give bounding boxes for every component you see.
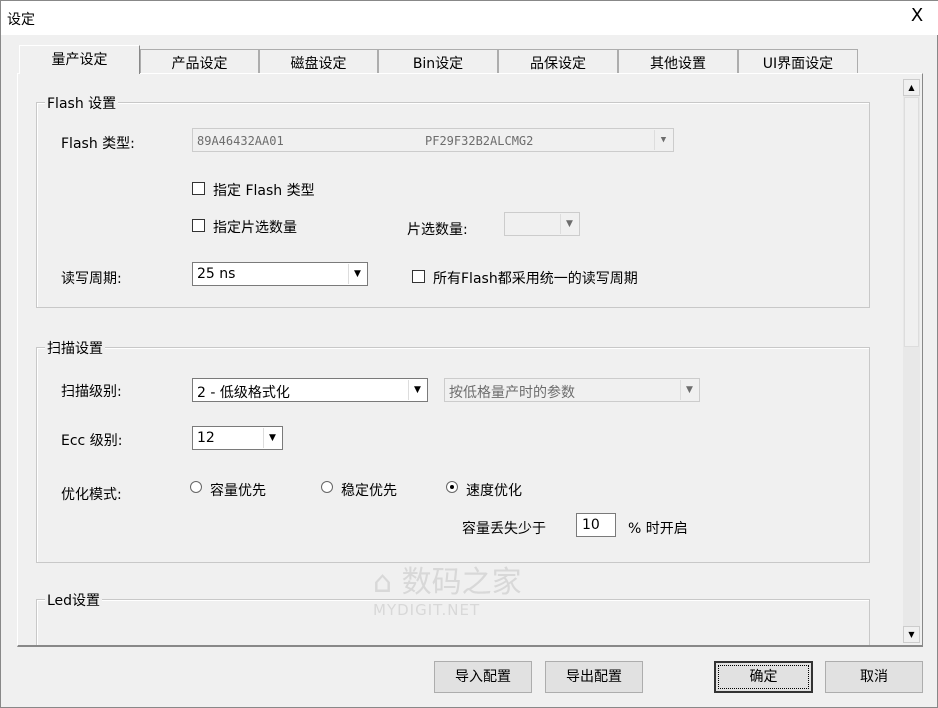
mode-speed-radio[interactable] — [446, 481, 458, 493]
tab-qa[interactable]: 品保设定 — [498, 49, 618, 73]
loss-input[interactable]: 10 — [576, 513, 616, 537]
specify-ce-label: 指定片选数量 — [213, 220, 297, 236]
mode-stable-label: 稳定优先 — [341, 483, 397, 499]
title-bar — [1, 1, 938, 35]
specify-type-checkbox[interactable] — [192, 182, 205, 195]
ecc-value: 12 — [197, 430, 215, 446]
tab-bin[interactable]: Bin设定 — [378, 49, 498, 73]
tab-ui[interactable]: UI界面设定 — [738, 49, 858, 73]
scan-level-combo[interactable]: 2 - 低级格式化 ▼ — [192, 378, 428, 402]
uniform-cycle-label: 所有Flash都采用统一的读写周期 — [433, 271, 638, 287]
chevron-down-icon: ▼ — [680, 380, 698, 400]
mode-label: 优化模式: — [61, 487, 122, 503]
chevron-down-icon: ▼ — [654, 130, 672, 150]
scan-group-label: 扫描设置 — [45, 338, 105, 358]
led-group-label: Led设置 — [45, 590, 103, 610]
chevron-down-icon: ▼ — [560, 214, 578, 234]
ok-button-label: 确定 — [718, 665, 809, 689]
chevron-down-icon: ▼ — [408, 380, 426, 400]
flash-type-label: Flash 类型: — [61, 136, 135, 152]
chevron-down-icon: ▼ — [263, 428, 281, 448]
scan-level-label: 扫描级别: — [61, 384, 122, 400]
flash-type-value2: PF29F32B2ALCMG2 — [425, 134, 534, 148]
vertical-scrollbar[interactable]: ▲ ▼ — [903, 79, 920, 643]
ce-count-combo: ▼ — [504, 212, 580, 236]
tab-product[interactable]: 产品设定 — [140, 49, 259, 73]
scroll-thumb[interactable] — [904, 97, 919, 347]
mode-speed-label: 速度优化 — [466, 483, 522, 499]
mode-capacity-label: 容量优先 — [210, 483, 266, 499]
cycle-label: 读写周期: — [61, 271, 122, 287]
scan-param-combo: 按低格量产时的参数 ▼ — [444, 378, 700, 402]
tab-disk[interactable]: 磁盘设定 — [259, 49, 378, 73]
loss-suffix: % 时开启 — [628, 521, 688, 537]
ecc-combo[interactable]: 12 ▼ — [192, 426, 283, 450]
flash-type-combo: 89A46432AA01 PF29F32B2ALCMG2 ▼ — [192, 128, 674, 152]
specify-ce-checkbox[interactable] — [192, 219, 205, 232]
cycle-combo[interactable]: 25 ns ▼ — [192, 262, 368, 286]
mode-stable-radio[interactable] — [321, 481, 333, 493]
window-title: 设定 — [7, 12, 35, 28]
tab-production[interactable]: 量产设定 — [19, 45, 140, 74]
loss-label: 容量丢失少于 — [462, 521, 546, 537]
tab-other[interactable]: 其他设置 — [618, 49, 738, 73]
cycle-value: 25 ns — [197, 266, 236, 282]
chevron-down-icon: ▼ — [348, 264, 366, 284]
specify-type-label: 指定 Flash 类型 — [213, 183, 315, 199]
scan-level-value: 2 - 低级格式化 — [197, 385, 290, 401]
cancel-button[interactable]: 取消 — [825, 661, 923, 693]
flash-type-value1: 89A46432AA01 — [197, 134, 284, 148]
ok-button[interactable]: 确定 — [714, 661, 813, 693]
uniform-cycle-checkbox[interactable] — [412, 270, 425, 283]
ecc-label: Ecc 级别: — [61, 433, 123, 449]
export-config-button[interactable]: 导出配置 — [545, 661, 643, 693]
import-config-button[interactable]: 导入配置 — [434, 661, 532, 693]
watermark-logo: ⌂ 数码之家 MYDIGIT.NET — [373, 565, 522, 619]
scroll-up-button[interactable]: ▲ — [903, 79, 920, 96]
flash-group-label: Flash 设置 — [45, 93, 119, 113]
scroll-down-button[interactable]: ▼ — [903, 626, 920, 643]
ce-count-label: 片选数量: — [407, 222, 468, 238]
scan-param-value: 按低格量产时的参数 — [449, 385, 575, 401]
close-button[interactable]: X — [907, 5, 927, 26]
mode-capacity-radio[interactable] — [190, 481, 202, 493]
